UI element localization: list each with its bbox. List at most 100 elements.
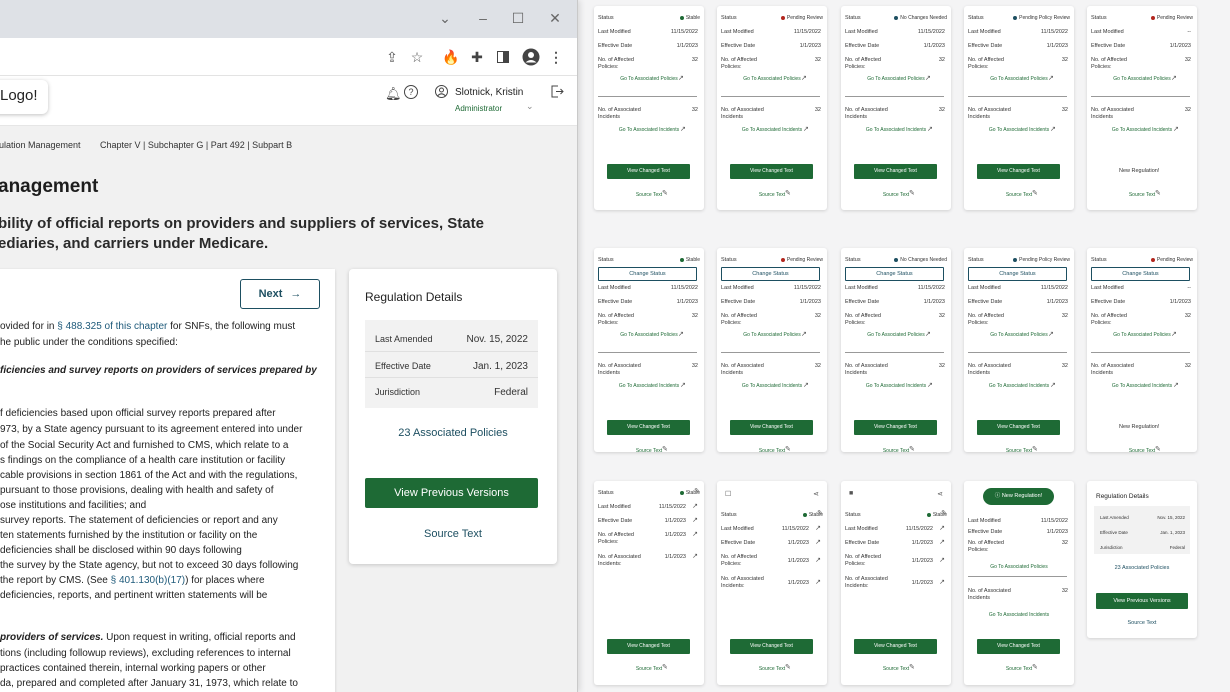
go-to-policies-link[interactable]: Go To Associated Policies <box>841 332 951 338</box>
view-changed-text-button[interactable]: View Changed Text <box>977 164 1060 179</box>
source-text-link[interactable]: Source Text <box>841 192 951 198</box>
go-to-policies-link[interactable]: Go To Associated Policies <box>841 76 951 82</box>
source-text-link[interactable]: Source Text <box>841 448 951 452</box>
external-link-icon[interactable]: ↗ <box>1171 74 1177 82</box>
external-link-icon[interactable]: ↗ <box>1173 125 1179 133</box>
chevron-down-icon[interactable]: ⌄ <box>435 10 455 27</box>
external-link-icon[interactable]: ↗ <box>1050 125 1056 133</box>
close-icon[interactable]: ✕ <box>545 10 565 27</box>
external-link-icon[interactable]: ↗ <box>801 330 807 338</box>
sidepanel-icon[interactable] <box>493 47 513 67</box>
pencil-icon[interactable]: ✎ <box>694 487 700 495</box>
external-link-icon[interactable]: ↗ <box>927 125 933 133</box>
external-link-icon[interactable]: ↗ <box>680 381 686 389</box>
help-icon[interactable]: ? <box>404 85 418 99</box>
external-link-icon[interactable]: ↗ <box>939 578 945 586</box>
change-status-button[interactable]: Change Status <box>721 267 820 281</box>
view-previous-versions-button[interactable]: View Previous Versions <box>365 478 538 508</box>
view-changed-text-button[interactable]: View Changed Text <box>730 639 813 654</box>
chevron-down-icon[interactable]: ⌄ <box>526 101 534 112</box>
associated-policies-link[interactable]: 23 Associated Policies <box>1087 565 1197 571</box>
next-button[interactable]: Next → <box>240 279 320 309</box>
breadcrumb-item[interactable]: ulation Management <box>0 140 81 150</box>
pencil-icon[interactable]: ✎ <box>785 663 791 671</box>
external-link-icon[interactable]: ↗ <box>680 125 686 133</box>
pencil-icon[interactable]: ✎ <box>909 663 915 671</box>
source-text-link[interactable]: Source Text <box>1087 620 1197 626</box>
view-changed-text-button[interactable]: View Changed Text <box>854 420 937 435</box>
go-to-policies-link[interactable]: Go To Associated Policies <box>1087 76 1197 82</box>
view-changed-text-button[interactable]: View Changed Text <box>854 639 937 654</box>
external-link-icon[interactable]: ↗ <box>925 74 931 82</box>
go-to-incidents-link[interactable]: Go To Associated Incidents <box>964 127 1074 133</box>
external-link-icon[interactable]: ↗ <box>803 381 809 389</box>
star-icon[interactable]: ☆ <box>407 47 427 67</box>
pencil-icon[interactable]: ✎ <box>785 445 791 452</box>
bell-icon[interactable]: 🔔︎ <box>385 86 402 102</box>
external-link-icon[interactable]: ↗ <box>692 516 698 524</box>
go-to-incidents-link[interactable]: Go To Associated Incidents <box>717 383 827 389</box>
go-to-incidents-link[interactable]: Go To Associated Incidents <box>594 127 704 133</box>
pencil-icon[interactable]: ✎ <box>662 663 668 671</box>
external-link-icon[interactable]: ↗ <box>801 74 807 82</box>
go-to-policies-link[interactable]: Go To Associated Policies <box>1087 332 1197 338</box>
go-to-policies-link[interactable]: Go To Associated Policies <box>594 332 704 338</box>
bookmark-icon[interactable]: ☐ <box>725 490 731 498</box>
external-link-icon[interactable]: ↗ <box>1050 381 1056 389</box>
kebab-menu-icon[interactable]: ⋮ <box>546 47 566 67</box>
source-text-link[interactable]: Source Text <box>841 666 951 672</box>
external-link-icon[interactable]: ↗ <box>815 524 821 532</box>
user-role[interactable]: Administrator <box>455 104 502 113</box>
maximize-icon[interactable]: ☐ <box>508 10 528 27</box>
go-to-incidents-link[interactable]: Go To Associated Incidents <box>1087 383 1197 389</box>
go-to-incidents-link[interactable]: Go To Associated Incidents <box>841 127 951 133</box>
change-status-button[interactable]: Change Status <box>845 267 944 281</box>
pencil-icon[interactable]: ✎ <box>662 445 668 452</box>
minimize-icon[interactable]: – <box>473 10 493 26</box>
external-link-icon[interactable]: ↗ <box>678 74 684 82</box>
go-to-policies-link[interactable]: Go To Associated Policies <box>717 76 827 82</box>
external-link-icon[interactable]: ↗ <box>1048 330 1054 338</box>
pencil-icon[interactable]: ✎ <box>1032 189 1038 197</box>
view-changed-text-button[interactable]: View Changed Text <box>730 420 813 435</box>
associated-policies-link[interactable]: 23 Associated Policies <box>349 427 557 439</box>
external-link-icon[interactable]: ↗ <box>678 330 684 338</box>
pencil-icon[interactable]: ✎ <box>1155 189 1161 197</box>
pencil-icon[interactable]: ✎ <box>909 189 915 197</box>
profile-icon[interactable] <box>521 47 541 67</box>
change-status-button[interactable]: Change Status <box>968 267 1067 281</box>
view-changed-text-button[interactable]: View Changed Text <box>977 420 1060 435</box>
external-link-icon[interactable]: ↗ <box>939 538 945 546</box>
view-changed-text-button[interactable]: View Changed Text <box>607 164 690 179</box>
source-text-link[interactable]: Source Text <box>964 192 1074 198</box>
go-to-policies-link[interactable]: Go To Associated Policies <box>964 76 1074 82</box>
change-status-button[interactable]: Change Status <box>1091 267 1190 281</box>
source-text-link[interactable]: Source Text <box>717 448 827 452</box>
external-link-icon[interactable]: ↗ <box>1173 381 1179 389</box>
pencil-icon[interactable]: ✎ <box>785 189 791 197</box>
external-link-icon[interactable]: ↗ <box>815 538 821 546</box>
view-changed-text-button[interactable]: View Changed Text <box>730 164 813 179</box>
change-status-button[interactable]: Change Status <box>598 267 697 281</box>
source-text-link[interactable]: Source Text <box>594 666 704 672</box>
source-text-link[interactable]: Source Text <box>349 528 557 540</box>
pencil-icon[interactable]: ✎ <box>817 509 823 517</box>
go-to-incidents-link[interactable]: Go To Associated Incidents <box>1087 127 1197 133</box>
regulation-link[interactable]: § 401.130(b)(17) <box>111 575 186 586</box>
source-text-link[interactable]: Source Text <box>594 192 704 198</box>
go-to-incidents-link[interactable]: Go To Associated Incidents <box>964 612 1074 618</box>
share-icon[interactable]: ⇪ <box>382 47 402 67</box>
external-link-icon[interactable]: ↗ <box>803 125 809 133</box>
go-to-policies-link[interactable]: Go To Associated Policies <box>717 332 827 338</box>
pencil-icon[interactable]: ✎ <box>662 189 668 197</box>
share-icon[interactable]: ⋖ <box>813 490 819 498</box>
source-text-link[interactable]: Source Text <box>964 448 1074 452</box>
go-to-incidents-link[interactable]: Go To Associated Incidents <box>841 383 951 389</box>
source-text-link[interactable]: Source Text <box>594 448 704 452</box>
source-text-link[interactable]: Source Text <box>1087 192 1197 198</box>
go-to-incidents-link[interactable]: Go To Associated Incidents <box>594 383 704 389</box>
pencil-icon[interactable]: ✎ <box>1032 663 1038 671</box>
external-link-icon[interactable]: ↗ <box>939 556 945 564</box>
puzzle-extension-icon[interactable]: ✚ <box>467 47 487 67</box>
external-link-icon[interactable]: ↗ <box>1171 330 1177 338</box>
